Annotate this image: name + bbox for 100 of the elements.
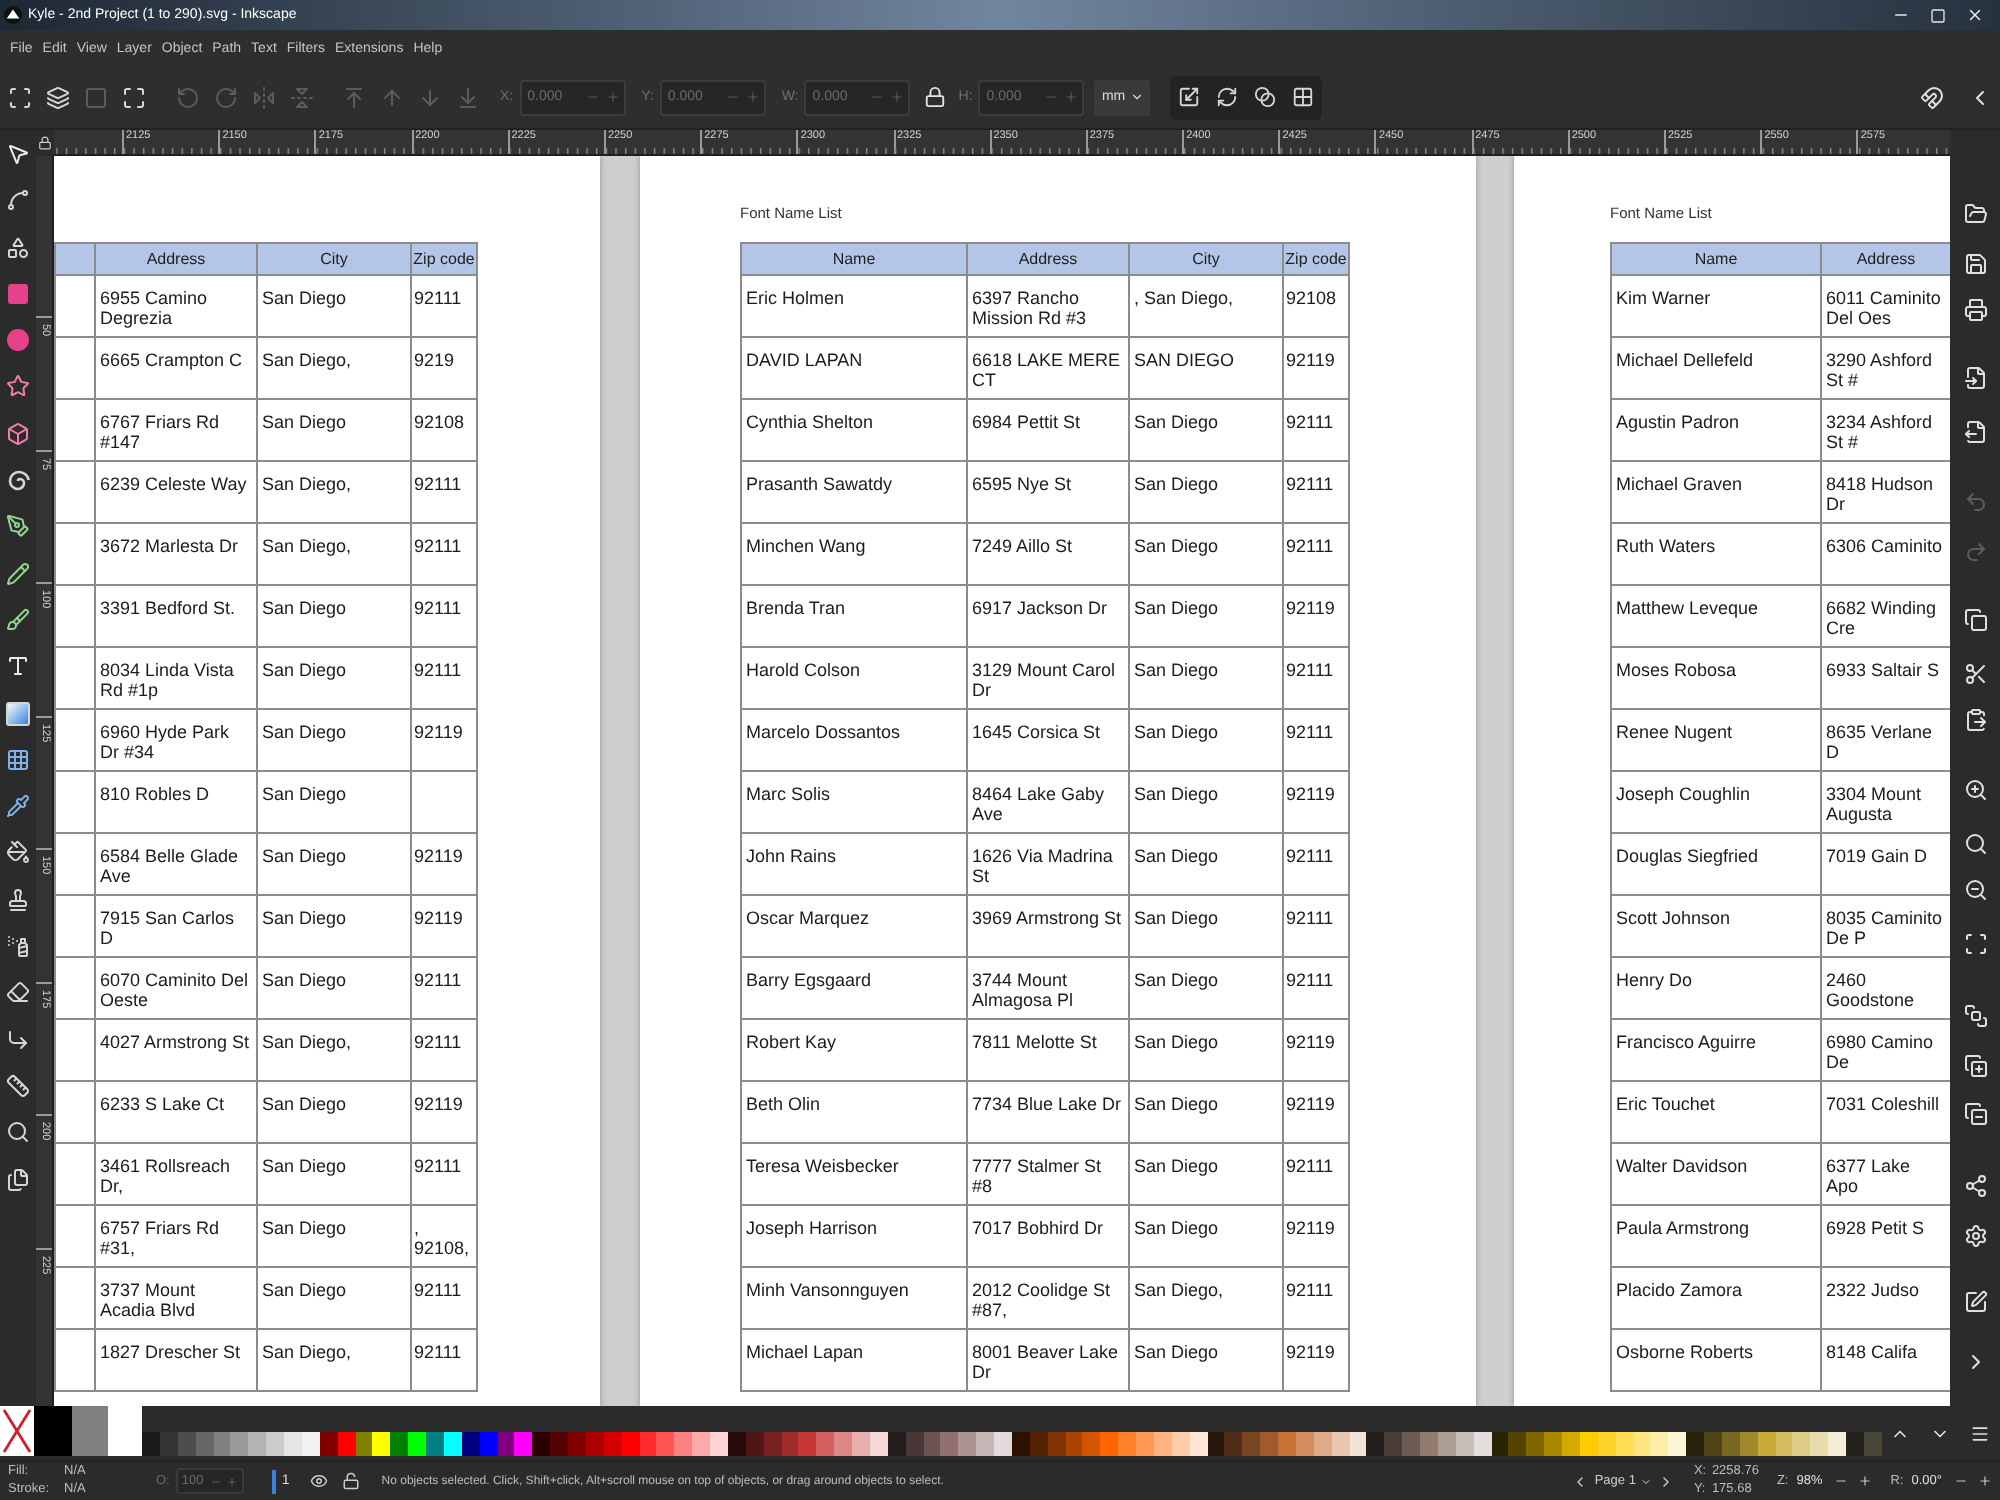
file-import-icon[interactable]: [1963, 366, 1987, 390]
color-swatch-icon[interactable]: [1686, 1432, 1704, 1456]
corner-brackets-icon[interactable]: [8, 85, 32, 109]
refresh-icon[interactable]: [1216, 86, 1239, 108]
edit-icon[interactable]: [1963, 1290, 1987, 1314]
color-swatch-icon[interactable]: [1828, 1432, 1846, 1456]
color-swatch-icon[interactable]: [1846, 1432, 1864, 1456]
color-swatch-icon[interactable]: [1242, 1432, 1261, 1456]
color-swatch-icon[interactable]: [940, 1432, 959, 1456]
eraser-icon[interactable]: [6, 980, 30, 1005]
grid-icon[interactable]: [1292, 86, 1315, 108]
stamp-icon[interactable]: [6, 887, 30, 912]
none-swatch-icon[interactable]: [0, 1406, 34, 1456]
color-swatch-icon[interactable]: [372, 1432, 391, 1456]
color-swatch-icon[interactable]: [1704, 1432, 1722, 1456]
gradient-icon[interactable]: [6, 701, 30, 726]
corner-brackets-icon[interactable]: [1963, 932, 1987, 956]
color-swatch-icon[interactable]: [1650, 1432, 1669, 1456]
color-swatch-icon[interactable]: [230, 1432, 249, 1456]
color-swatch-icon[interactable]: [390, 1432, 409, 1456]
color-swatch-icon[interactable]: [1668, 1432, 1687, 1456]
color-swatch-icon[interactable]: [1260, 1432, 1278, 1456]
overlapping-squares-icon[interactable]: [1963, 1004, 1987, 1028]
color-swatch-icon[interactable]: [834, 1432, 852, 1456]
shapes-icon[interactable]: [6, 235, 30, 260]
color-swatch-icon[interactable]: [266, 1432, 284, 1456]
color-swatch-icon[interactable]: [514, 1432, 533, 1456]
color-swatch-icon[interactable]: [408, 1432, 426, 1456]
layers-icon[interactable]: [46, 85, 70, 109]
color-swatch-icon[interactable]: [976, 1432, 994, 1456]
printer-icon[interactable]: [1963, 298, 1987, 322]
gear-icon[interactable]: [1963, 1224, 1987, 1248]
rectangle-icon[interactable]: [6, 281, 30, 306]
connected-dots-icon[interactable]: [1963, 1174, 1987, 1198]
color-swatch-icon[interactable]: [72, 1406, 108, 1456]
color-swatch-icon[interactable]: [284, 1432, 302, 1456]
close-icon[interactable]: [1966, 6, 1984, 24]
plus-icon[interactable]: [1858, 1474, 1873, 1488]
lock-icon[interactable]: [38, 136, 52, 150]
color-swatch-icon[interactable]: [34, 1406, 72, 1456]
pointer-icon[interactable]: [6, 142, 30, 166]
color-swatch-icon[interactable]: [1544, 1432, 1562, 1456]
color-swatch-icon[interactable]: [1562, 1432, 1580, 1456]
color-swatch-icon[interactable]: [1526, 1432, 1545, 1456]
save-icon[interactable]: [1963, 252, 1987, 276]
text-icon[interactable]: [6, 654, 30, 679]
color-swatch-icon[interactable]: [248, 1432, 267, 1456]
color-swatch-icon[interactable]: [1118, 1432, 1136, 1456]
color-swatch-icon[interactable]: [1136, 1432, 1154, 1456]
corner-brackets-icon[interactable]: [122, 85, 146, 109]
copy-icon[interactable]: [1963, 608, 1987, 632]
paint-bucket-icon[interactable]: [6, 840, 30, 865]
scissors-icon[interactable]: [1963, 662, 1987, 686]
color-swatch-icon[interactable]: [1100, 1432, 1119, 1456]
color-swatch-icon[interactable]: [550, 1432, 568, 1456]
color-swatch-icon[interactable]: [1384, 1432, 1403, 1456]
corner-arrow-icon[interactable]: [6, 1027, 30, 1052]
menu-icon[interactable]: [1970, 1423, 1990, 1443]
color-swatch-icon[interactable]: [692, 1432, 710, 1456]
spiral-icon[interactable]: [6, 468, 30, 493]
color-swatch-icon[interactable]: [852, 1432, 870, 1456]
ruler-icon[interactable]: [6, 1073, 30, 1098]
clipboard-icon[interactable]: [1963, 708, 1987, 732]
color-swatch-icon[interactable]: [710, 1432, 728, 1456]
caret-icon[interactable]: [1639, 1475, 1652, 1487]
brush-icon[interactable]: [6, 607, 30, 632]
minus-icon[interactable]: [1954, 1474, 1968, 1488]
color-swatch-icon[interactable]: [142, 1432, 160, 1456]
color-swatch-icon[interactable]: [1278, 1432, 1296, 1456]
color-swatch-icon[interactable]: [532, 1432, 551, 1456]
square-arrow-icon[interactable]: [1178, 86, 1201, 108]
color-swatch-icon[interactable]: [1366, 1432, 1385, 1456]
color-swatch-icon[interactable]: [1508, 1432, 1527, 1456]
folder-icon[interactable]: [1963, 202, 1987, 226]
lock-open-icon[interactable]: [341, 1472, 360, 1490]
color-swatch-icon[interactable]: [816, 1432, 835, 1456]
file-export-icon[interactable]: [1963, 420, 1987, 444]
color-swatch-icon[interactable]: [1792, 1432, 1811, 1456]
color-swatch-icon[interactable]: [798, 1432, 817, 1456]
plus-icon[interactable]: [1978, 1474, 1992, 1488]
color-swatch-icon[interactable]: [958, 1432, 977, 1456]
color-swatch-icon[interactable]: [1810, 1432, 1829, 1456]
pages-icon[interactable]: [6, 1167, 30, 1192]
magnifier-icon[interactable]: [6, 1120, 30, 1145]
dropper-icon[interactable]: [6, 794, 30, 819]
color-swatch-icon[interactable]: [1082, 1432, 1101, 1456]
minus-icon[interactable]: [1834, 1474, 1849, 1488]
copy-minus-icon[interactable]: [1963, 1102, 1987, 1126]
copy-plus-icon[interactable]: [1963, 1054, 1987, 1078]
node-curve-icon[interactable]: [6, 188, 30, 213]
zoom-in-icon[interactable]: [1963, 778, 1987, 802]
cube-icon[interactable]: [6, 421, 30, 446]
color-swatch-icon[interactable]: [674, 1432, 693, 1456]
color-swatch-icon[interactable]: [426, 1432, 444, 1456]
eye-icon[interactable]: [309, 1472, 328, 1490]
color-swatch-icon[interactable]: [656, 1432, 675, 1456]
pen-nib-icon[interactable]: [6, 514, 30, 539]
zoom-out-icon[interactable]: [1963, 878, 1987, 902]
caret-icon[interactable]: [1129, 90, 1144, 104]
circle-icon[interactable]: [6, 328, 30, 353]
